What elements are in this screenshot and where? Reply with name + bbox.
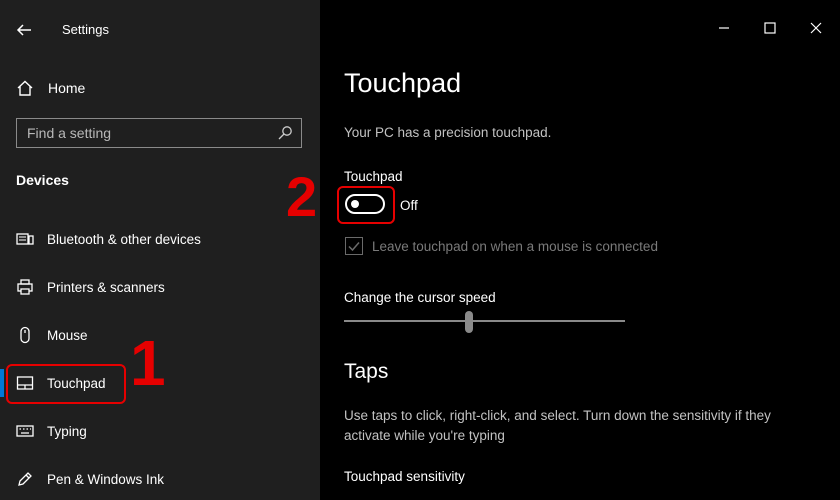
- mouse-icon: [16, 326, 34, 344]
- annotation-marker-1: 1: [130, 327, 166, 399]
- toggle-state-text: Off: [400, 198, 418, 213]
- printer-icon: [16, 278, 34, 296]
- annotation-box-touchpad: [6, 364, 126, 404]
- home-nav[interactable]: Home: [16, 76, 85, 100]
- cursor-speed-slider[interactable]: [344, 320, 625, 322]
- page-subtitle: Your PC has a precision touchpad.: [344, 125, 552, 140]
- bluetooth-devices-icon: [16, 230, 34, 248]
- checkmark-icon: [348, 242, 360, 252]
- pen-icon: [16, 470, 34, 488]
- content-pane: Touchpad Your PC has a precision touchpa…: [286, 0, 840, 500]
- sidebar-item-label: Printers & scanners: [47, 279, 165, 295]
- sidebar: Settings Home Devices Bluetooth & other …: [0, 0, 320, 500]
- close-icon[interactable]: [808, 20, 824, 36]
- search-icon[interactable]: [277, 125, 293, 141]
- keyboard-icon: [16, 422, 34, 440]
- title-bar: Settings: [0, 0, 320, 58]
- annotation-marker-2: 2: [286, 165, 318, 228]
- sidebar-item-pen[interactable]: Pen & Windows Ink: [0, 459, 320, 499]
- touchpad-setting-label: Touchpad: [344, 169, 403, 184]
- taps-description: Use taps to click, right-click, and sele…: [344, 408, 771, 443]
- sidebar-item-label: Typing: [47, 423, 87, 439]
- active-indicator: [0, 369, 4, 397]
- back-arrow-icon[interactable]: [14, 20, 34, 40]
- cursor-speed-slider-thumb[interactable]: [465, 311, 473, 333]
- search-input[interactable]: [17, 119, 287, 147]
- home-label: Home: [48, 80, 86, 96]
- leave-touchpad-on-checkbox[interactable]: [345, 237, 363, 255]
- sidebar-item-label: Bluetooth & other devices: [47, 231, 201, 247]
- window-title: Settings: [62, 22, 109, 37]
- leave-touchpad-on-label: Leave touchpad on when a mouse is connec…: [372, 239, 658, 254]
- touchpad-sensitivity-label: Touchpad sensitivity: [344, 469, 465, 484]
- sidebar-item-printers[interactable]: Printers & scanners: [0, 267, 320, 307]
- sidebar-item-typing[interactable]: Typing: [0, 411, 320, 451]
- sidebar-item-bluetooth[interactable]: Bluetooth & other devices: [0, 219, 320, 259]
- maximize-icon[interactable]: [762, 20, 778, 36]
- search-box[interactable]: [16, 118, 302, 148]
- sidebar-item-label: Pen & Windows Ink: [47, 471, 165, 487]
- minimize-icon[interactable]: [716, 20, 732, 36]
- section-title-devices: Devices: [16, 172, 69, 188]
- sidebar-item-label: Mouse: [47, 327, 88, 343]
- taps-section-title: Taps: [344, 360, 389, 383]
- page-title: Touchpad: [344, 68, 462, 98]
- annotation-box-toggle: [337, 186, 395, 224]
- home-icon: [17, 80, 33, 96]
- cursor-speed-label: Change the cursor speed: [344, 290, 496, 305]
